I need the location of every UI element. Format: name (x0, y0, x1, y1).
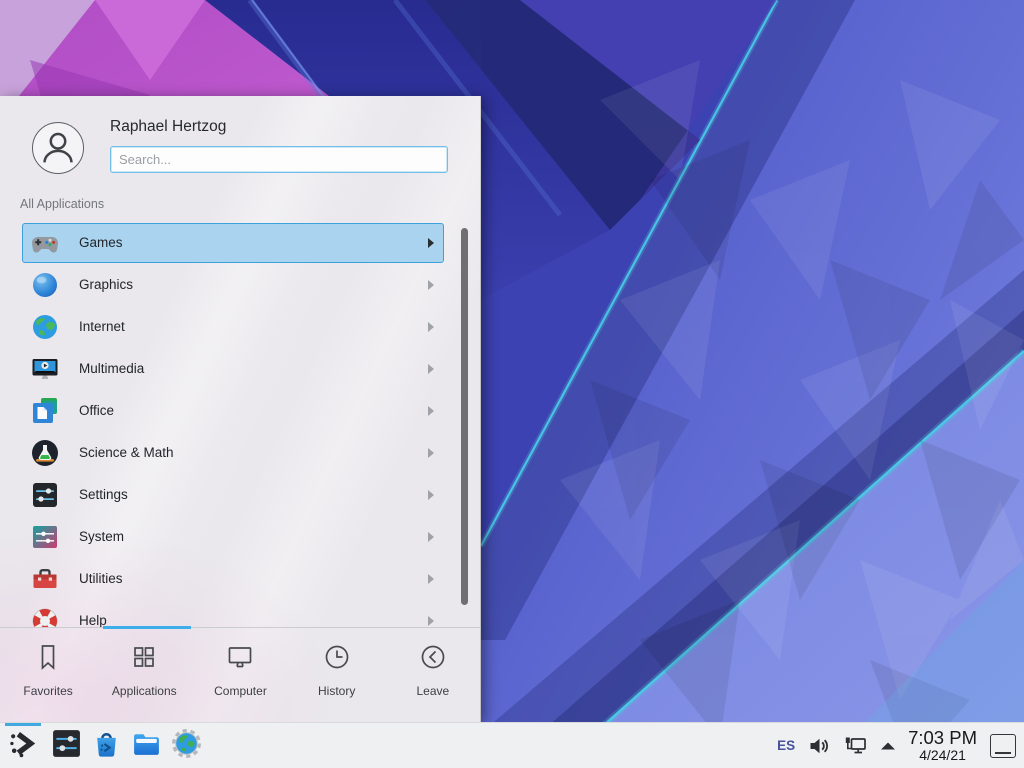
konqueror-browser-launcher[interactable] (166, 723, 206, 768)
show-desktop-button[interactable] (990, 734, 1016, 758)
launcher-open-indicator (5, 723, 41, 726)
launcher-header: Raphael Hertzog (0, 96, 481, 186)
app-category-help[interactable]: Help (0, 600, 481, 627)
submenu-arrow-icon (428, 616, 434, 626)
app-category-multimedia[interactable]: Multimedia (0, 348, 481, 390)
keyboard-layout-indicator[interactable]: ES (777, 738, 795, 753)
submenu-arrow-icon (428, 574, 434, 584)
tab-leave[interactable]: Leave (385, 628, 481, 722)
application-category-list: Games Graphics Internet (0, 222, 481, 627)
monitor-play-icon (31, 355, 59, 383)
search-input[interactable] (110, 146, 448, 173)
digital-clock[interactable]: 7:03 PM 4/24/21 (908, 728, 977, 762)
tab-favorites[interactable]: Favorites (0, 628, 96, 722)
taskbar-panel: ES 7:03 PM 4/24/21 (0, 722, 1024, 768)
expand-tray-caret-icon[interactable] (881, 742, 895, 750)
discover-bag-icon (91, 728, 122, 764)
folder-icon (131, 728, 162, 764)
app-category-internet[interactable]: Internet (0, 306, 481, 348)
system-settings-launcher[interactable] (46, 723, 86, 768)
sliders-dark-icon (31, 481, 59, 509)
app-category-utilities[interactable]: Utilities (0, 558, 481, 600)
grid-icon (129, 642, 159, 677)
tab-computer[interactable]: Computer (192, 628, 288, 722)
app-category-system[interactable]: System (0, 516, 481, 558)
document-icon (31, 397, 59, 425)
user-avatar[interactable] (32, 122, 84, 174)
lifebuoy-icon (31, 607, 59, 627)
clock-time: 7:03 PM (908, 728, 977, 747)
kickoff-icon (8, 728, 39, 764)
submenu-arrow-icon (428, 364, 434, 374)
logout-chevron-icon (418, 642, 448, 677)
active-tab-indicator (103, 626, 191, 629)
toolbox-icon (31, 565, 59, 593)
submenu-arrow-icon (428, 280, 434, 290)
flask-icon (31, 439, 59, 467)
app-category-science-math[interactable]: Science & Math (0, 432, 481, 474)
user-name: Raphael Hertzog (110, 118, 226, 136)
computer-icon (225, 642, 255, 677)
tab-applications[interactable]: Applications (96, 628, 192, 722)
taskbar-launchers (0, 723, 206, 768)
settings-sliders-icon (51, 728, 82, 764)
system-tray: ES 7:03 PM 4/24/21 (777, 723, 1024, 768)
sphere-icon (31, 271, 59, 299)
globe-gear-icon (171, 728, 202, 764)
section-label: All Applications (20, 197, 104, 211)
globe-icon (31, 313, 59, 341)
app-category-graphics[interactable]: Graphics (0, 264, 481, 306)
app-category-settings[interactable]: Settings (0, 474, 481, 516)
bookmark-icon (33, 642, 63, 677)
gamepad-icon (31, 229, 59, 257)
dolphin-file-manager-launcher[interactable] (126, 723, 166, 768)
sliders-gradient-icon (31, 523, 59, 551)
tab-history[interactable]: History (289, 628, 385, 722)
application-launcher-menu: Raphael Hertzog All Applications Games (0, 96, 481, 722)
clock-icon (322, 642, 352, 677)
launcher-tab-bar: Favorites Applications Computer History … (0, 627, 481, 722)
submenu-arrow-icon (428, 490, 434, 500)
submenu-arrow-icon (428, 532, 434, 542)
submenu-arrow-icon (428, 448, 434, 458)
scrollbar-thumb[interactable] (461, 228, 468, 605)
application-launcher-button[interactable] (0, 723, 46, 768)
submenu-arrow-icon (428, 238, 434, 248)
app-category-games[interactable]: Games (0, 222, 481, 264)
network-icon[interactable] (843, 736, 868, 756)
submenu-arrow-icon (428, 322, 434, 332)
discover-software-center-launcher[interactable] (86, 723, 126, 768)
clock-date: 4/24/21 (908, 748, 977, 763)
app-category-office[interactable]: Office (0, 390, 481, 432)
submenu-arrow-icon (428, 406, 434, 416)
volume-icon[interactable] (808, 736, 830, 756)
